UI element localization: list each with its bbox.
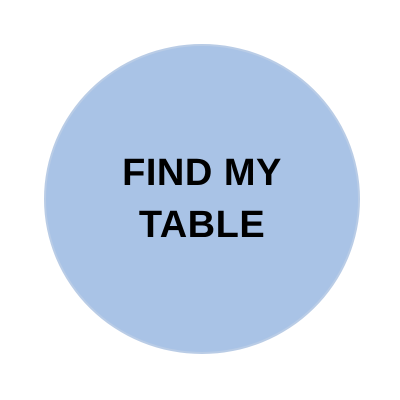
- page: FIND MY TABLE: [0, 0, 400, 400]
- label-line-2: TABLE: [138, 204, 266, 246]
- find-my-table-label: FIND MY TABLE: [122, 147, 282, 251]
- find-my-table-button[interactable]: FIND MY TABLE: [44, 44, 360, 354]
- label-line-1: FIND MY: [122, 152, 282, 194]
